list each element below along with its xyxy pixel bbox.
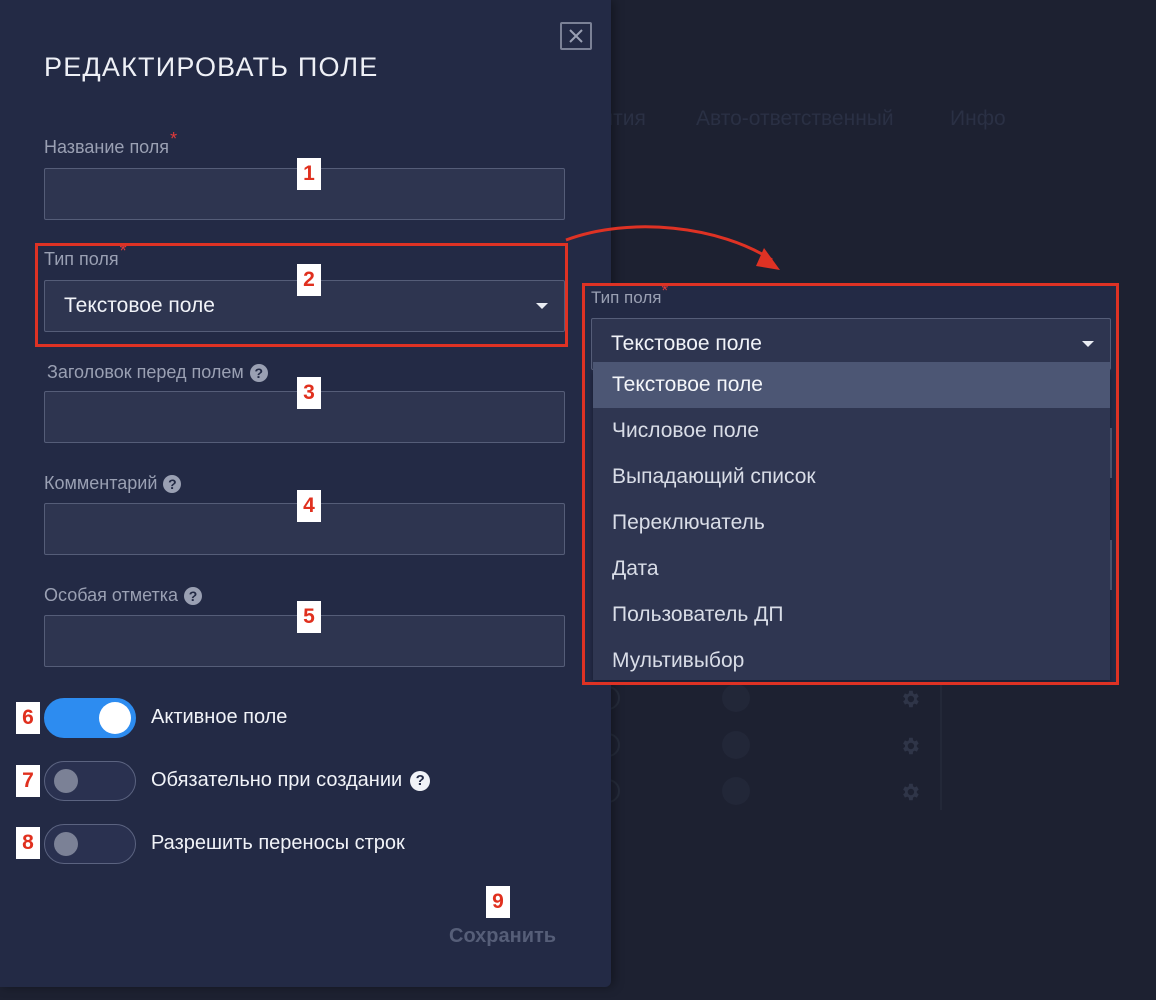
help-icon[interactable]: ? [184,586,203,605]
help-icon[interactable]: ? [163,474,182,493]
allow-line-breaks-toggle[interactable] [44,824,136,864]
active-field-label: Активное поле [151,706,288,728]
annotation-badge: 9 [486,886,510,918]
annotation-badge: 5 [297,601,321,633]
help-icon[interactable]: ? [249,363,268,382]
gear-icon[interactable] [899,781,921,803]
annotation-badge: 8 [16,827,40,859]
modal-title: РЕДАКТИРОВАТЬ ПОЛЕ [44,52,379,82]
background-toggle-dot [722,731,750,759]
annotation-arrow [565,225,780,270]
field-name-label: Название поля * [44,129,178,157]
help-icon[interactable]: ? [410,770,431,791]
gear-icon[interactable] [899,735,921,757]
required-on-create-toggle[interactable] [44,761,136,801]
toggle-knob [99,702,131,734]
active-field-toggle[interactable] [44,698,136,738]
annotation-frame-dropdown [582,283,1119,685]
annotation-badge: 4 [297,490,321,522]
close-icon [569,29,583,43]
gear-icon[interactable] [899,688,921,710]
annotation-badge: 1 [297,158,321,190]
allow-line-breaks-label: Разрешить переносы строк [151,832,405,854]
toggle-knob [54,769,78,793]
background-toggle-dot [722,684,750,712]
field-header-label: Заголовок перед полем ? [47,362,268,383]
annotation-badge: 7 [16,765,40,797]
background-tab[interactable]: Инфо [950,107,1006,131]
save-button[interactable]: Сохранить [449,925,556,948]
close-button[interactable] [560,22,592,50]
annotation-badge: 6 [16,702,40,734]
background-toggle-dot [722,777,750,805]
field-special-label: Особая отметка ? [44,585,203,606]
field-comment-label: Комментарий ? [44,473,182,494]
required-on-create-label: Обязательно при создании ? [151,769,431,792]
annotation-badge: 2 [297,264,321,296]
toggle-knob [54,832,78,856]
annotation-badge: 3 [297,377,321,409]
required-marker: * [170,129,178,149]
background-tab[interactable]: Авто-ответственный [696,107,894,131]
